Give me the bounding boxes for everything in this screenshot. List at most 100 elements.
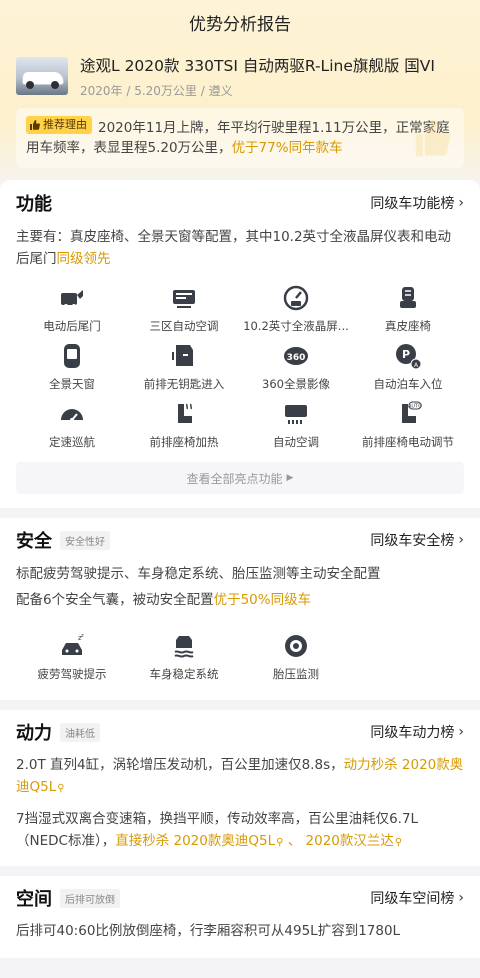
recommend-reason: 推荐理由 2020年11月上牌，年平均行驶里程1.11万公里，正常家庭用车频率，… (16, 108, 464, 168)
thumbs-up-icon (30, 120, 40, 130)
feature-label: 前排座椅电动调节 (362, 435, 454, 449)
power-compare-label-3: 2020款汉兰达 (305, 833, 394, 849)
recommend-highlight: 优于77%同年款车 (231, 140, 343, 156)
search-icon: ⚲ (57, 783, 65, 794)
power-card: 动力 油耗低 同级车动力榜 › 2.0T 直列4缸，涡轮增压发动机，百公里加速仅8… (0, 710, 480, 866)
feature-label: 三区自动空调 (149, 319, 219, 333)
space-desc: 后排可40:60比例放倒座椅，行李厢容积可从495L扩容到1780L (16, 923, 401, 939)
features-card: 功能 同级车功能榜 › 主要有：真皮座椅、全景天窗等配置，其中10.2英寸全液晶屏… (0, 180, 480, 508)
feature-label: 胎压监测 (273, 667, 319, 681)
stability-control-icon (174, 636, 194, 658)
fatigue-alert-icon: zz (62, 633, 84, 655)
svg-text:360: 360 (287, 353, 306, 363)
features-desc-highlight: 同级领先 (56, 251, 111, 267)
feature-label: 10.2英寸全液晶屏... (243, 319, 349, 333)
feature-item[interactable]: 胎压监测 (240, 632, 352, 690)
feature-item[interactable]: 电动后尾门 (16, 284, 128, 342)
feature-label: 前排无钥匙进入 (143, 377, 225, 391)
safety-rank-link[interactable]: 同级车安全榜 › (370, 530, 464, 550)
car-meta: 2020年 / 5.20万公里 / 遵义 (80, 83, 233, 98)
view-all-features-button[interactable]: 查看全部亮点功能 ▶ (16, 462, 464, 494)
safety-card: 安全 安全性好 同级车安全榜 › 标配疲劳驾驶提示、车身稳定系统、胎压监测等主动安… (0, 518, 480, 700)
power-rank-link[interactable]: 同级车动力榜 › (370, 722, 464, 742)
feature-item[interactable]: 前排无钥匙进入 (128, 342, 240, 400)
leather-seat-icon (400, 287, 416, 308)
features-grid: 电动后尾门 三区自动空调 10.2英寸全液晶屏... 真皮座椅全景天窗 前排无钥匙进入 3… (16, 284, 464, 458)
safety-desc-2: 配备6个安全气囊，被动安全配置优于50%同级车 (16, 588, 464, 612)
feature-label: 全景天窗 (49, 377, 95, 391)
page-title: 优势分析报告 (189, 14, 291, 35)
safety-badge: 安全性好 (60, 530, 110, 550)
triangle-right-icon: ▶ (286, 473, 294, 483)
feature-label: 360全景影像 (262, 377, 330, 391)
power-desc-2: 7挡湿式双离合变速箱，换挡平顺，传动效率高，百公里油耗仅6.7L（NEDC标准）… (16, 808, 464, 854)
climate-icon (173, 290, 195, 308)
feature-item[interactable]: 车身稳定系统 (128, 632, 240, 690)
view-all-label: 查看全部亮点功能 (186, 471, 283, 486)
feature-item[interactable]: AUTO 前排座椅电动调节 (352, 400, 464, 458)
space-title: 空间 (16, 889, 52, 910)
feature-item[interactable]: P A 自动泊车入位 (352, 342, 464, 400)
feature-item[interactable]: 真皮座椅 (352, 284, 464, 342)
feature-item[interactable]: 10.2英寸全液晶屏... (240, 284, 352, 342)
safety-desc-2-highlight: 优于50%同级车 (213, 592, 312, 608)
feature-item[interactable]: 自动空调 (240, 400, 352, 458)
space-rank-link[interactable]: 同级车空间榜 › (370, 888, 464, 908)
camera-360-icon: 360 (284, 347, 308, 365)
feature-label: 定速巡航 (49, 435, 95, 449)
chevron-right-icon: › (458, 890, 464, 906)
feature-label: 自动泊车入位 (373, 377, 443, 391)
chevron-right-icon: › (458, 532, 464, 548)
thumbs-up-watermark-icon (415, 119, 451, 157)
feature-item[interactable]: 三区自动空调 (128, 284, 240, 342)
feature-label: 前排座椅加热 (149, 435, 219, 449)
safety-grid: z z 疲劳驾驶提示 车身稳定系统 胎压监测 (16, 632, 464, 690)
feature-item[interactable]: 定速巡航 (16, 400, 128, 458)
feature-item[interactable]: 全景天窗 (16, 342, 128, 400)
power-rank-label: 同级车动力榜 (370, 725, 455, 741)
svg-text:P: P (402, 348, 410, 361)
svg-text:AUTO: AUTO (408, 404, 422, 410)
features-title: 功能 (16, 194, 52, 215)
features-rank-label: 同级车功能榜 (370, 196, 455, 212)
space-rank-label: 同级车空间榜 (370, 891, 455, 907)
tailgate-icon (61, 290, 83, 308)
feature-item[interactable]: 360 360全景影像 (240, 342, 352, 400)
power-desc-1-text: 2.0T 直列4缸，涡轮增压发动机，百公里加速仅8.8s， (16, 757, 344, 773)
feature-label: 电动后尾门 (43, 319, 101, 333)
power-desc-2-separator: 、 (283, 833, 306, 849)
cruise-control-icon (61, 409, 83, 422)
safety-desc-1: 标配疲劳驾驶提示、车身稳定系统、胎压监测等主动安全配置 (16, 566, 381, 582)
svg-text:z: z (81, 633, 84, 639)
auto-ac-icon (285, 405, 307, 424)
keyless-entry-icon (172, 345, 193, 366)
power-compare-link-3[interactable]: 2020款汉兰达⚲ (306, 833, 403, 849)
power-compare-label-2: 直接秒杀 2020款奥迪Q5L (115, 833, 276, 849)
power-desc-1: 2.0T 直列4缸，涡轮增压发动机，百公里加速仅8.8s，动力秒杀 2020款奥… (16, 754, 464, 800)
search-icon: ⚲ (394, 837, 403, 848)
car-name: 途观L 2020款 330TSI 自动两驱R-Line旗舰版 国VI (80, 56, 435, 75)
car-thumbnail (16, 57, 68, 95)
power-seat-icon: AUTO (402, 401, 422, 423)
feature-label: 疲劳驾驶提示 (37, 667, 107, 681)
feature-item[interactable]: z z 疲劳驾驶提示 (16, 632, 128, 690)
feature-item[interactable]: 前排座椅加热 (128, 400, 240, 458)
safety-rank-label: 同级车安全榜 (370, 533, 455, 549)
tire-pressure-icon (285, 635, 307, 657)
feature-label: 自动空调 (273, 435, 319, 449)
chevron-right-icon: › (458, 195, 464, 211)
feature-label: 真皮座椅 (385, 319, 431, 333)
chevron-right-icon: › (458, 724, 464, 740)
features-rank-link[interactable]: 同级车功能榜 › (370, 193, 464, 213)
feature-label: 车身稳定系统 (149, 667, 219, 681)
lcd-dashboard-icon (283, 285, 309, 311)
space-card: 空间 后排可放倒 同级车空间榜 › 后排可40:60比例放倒座椅，行李厢容积可从4… (0, 876, 480, 958)
sunroof-icon (64, 344, 80, 368)
power-compare-link-2[interactable]: 直接秒杀 2020款奥迪Q5L⚲ (115, 833, 283, 849)
seat-heating-icon (178, 403, 193, 423)
features-desc: 主要有：真皮座椅、全景天窗等配置，其中10.2英寸全液晶屏仪表和电动后尾门同级领… (16, 226, 464, 270)
power-title: 动力 (16, 723, 52, 744)
page-header: 优势分析报告 (0, 0, 480, 44)
car-info[interactable]: 途观L 2020款 330TSI 自动两驱R-Line旗舰版 国VI 2020年… (0, 44, 480, 102)
space-badge: 后排可放倒 (60, 888, 120, 908)
